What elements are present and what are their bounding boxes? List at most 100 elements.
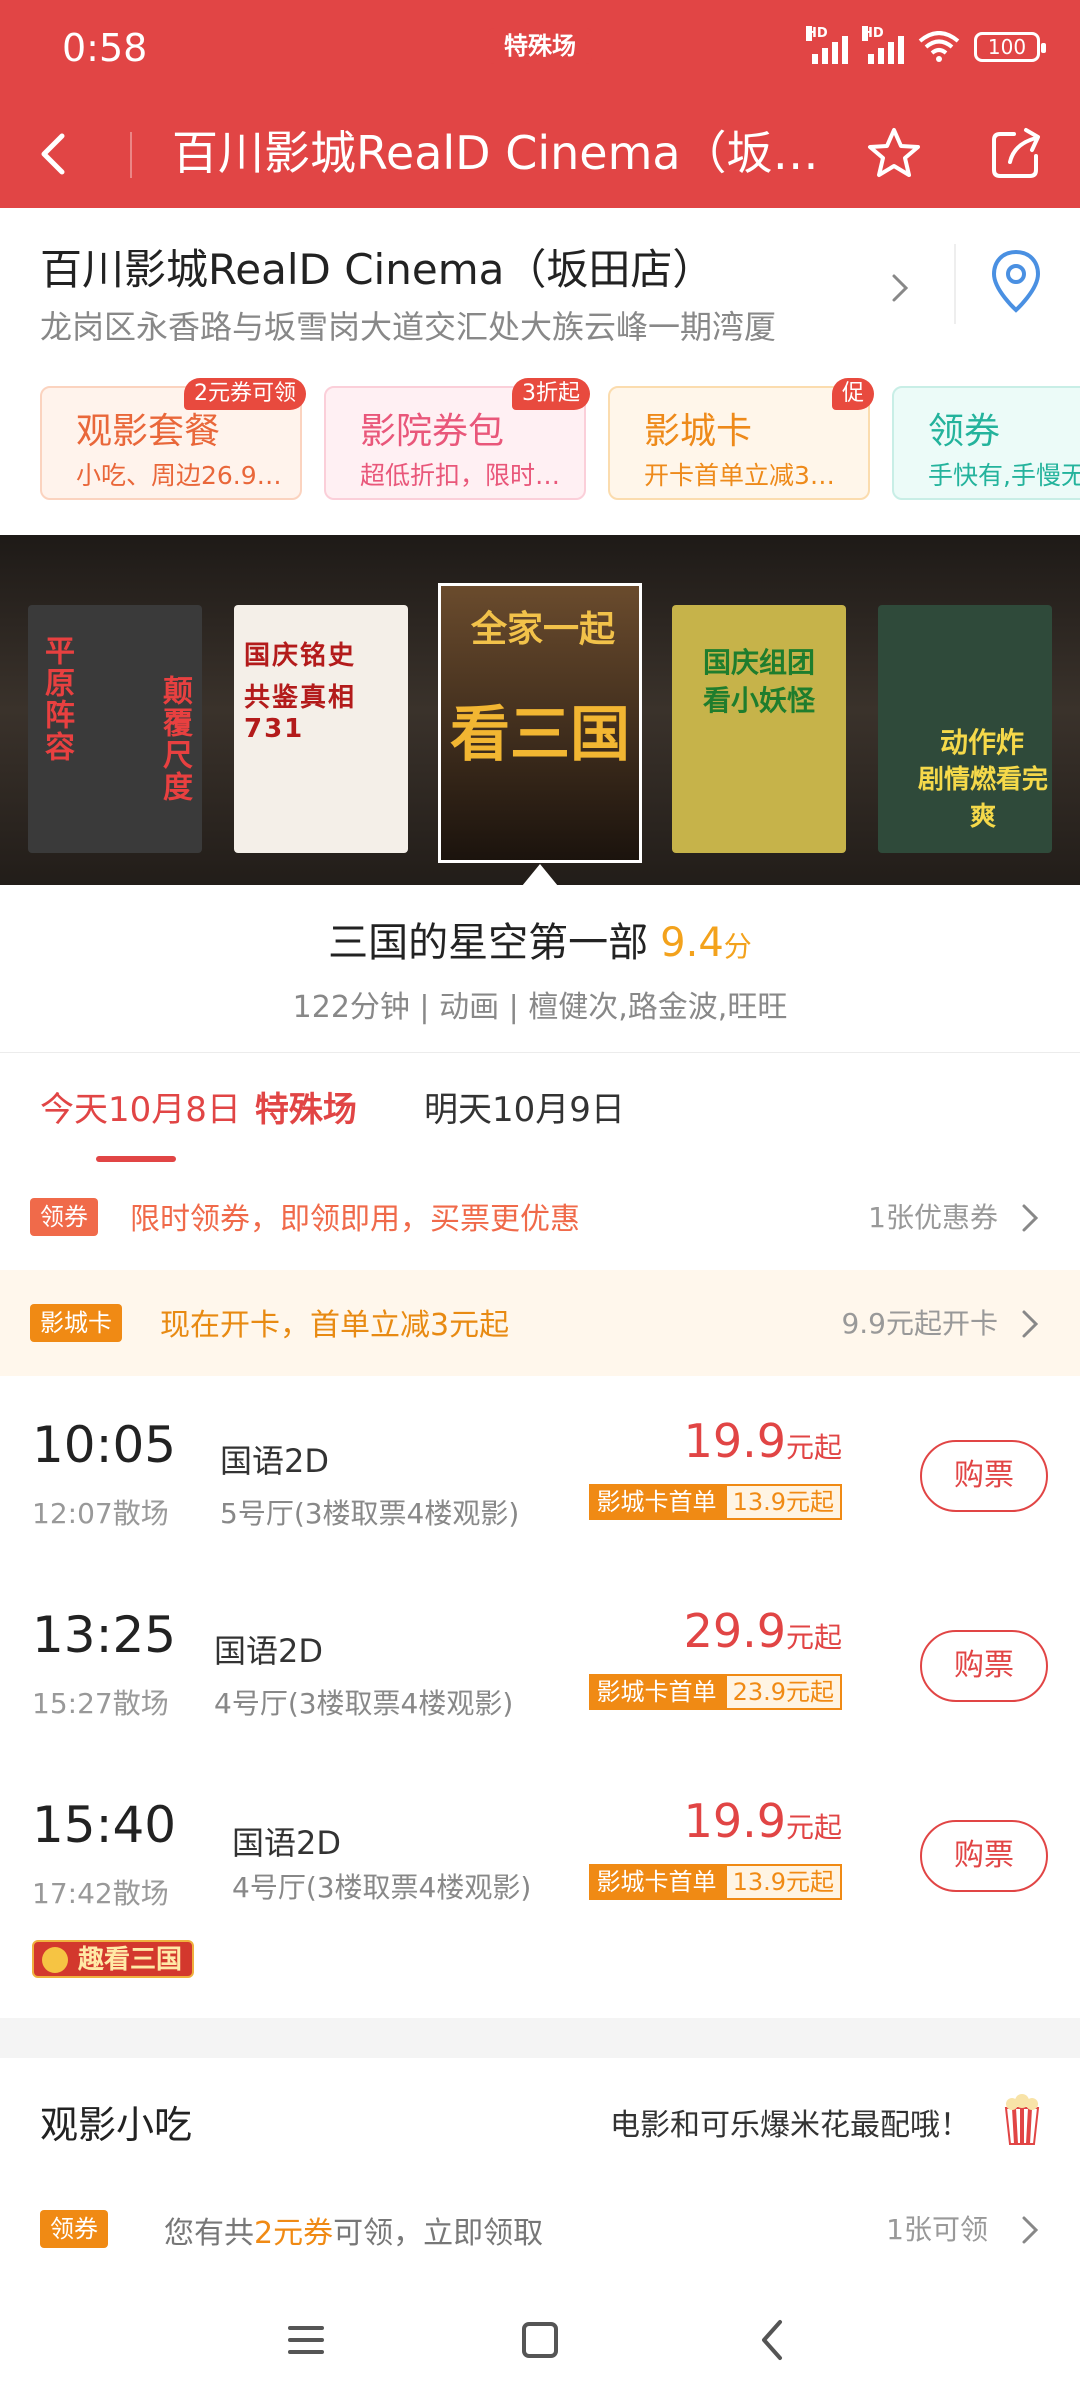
coupon-tag: 领券 — [40, 2210, 108, 2248]
status-time: 0:58 — [62, 26, 148, 70]
title-bar: 百川影城RealD Cinema（坂田店） — [0, 100, 1080, 208]
snack-coupon-text: 您有共2元券可领，立即领取 — [164, 2216, 544, 2251]
wifi-icon — [918, 31, 960, 62]
buy-ticket-button[interactable]: 购票 — [920, 1440, 1048, 1512]
show-price: 29.9元起 — [683, 1604, 842, 1658]
promo-badge: 2元券可领 — [184, 378, 306, 410]
promo-subtitle: 小吃、周边26.9元起 — [76, 461, 286, 490]
tab-today-label: 今天10月8日 — [40, 1090, 241, 1130]
cinema-card-row[interactable]: 影城卡 现在开卡，首单立减3元起 9.9元起开卡 — [0, 1270, 1080, 1376]
promo-card-cinema-card[interactable]: 影城卡 开卡首单立减3元起 促 — [608, 378, 874, 500]
special-tag: 特殊场 — [488, 28, 592, 64]
card-open-price: 9.9元起开卡 — [841, 1307, 998, 1340]
tab-today-special: 特殊场 — [254, 1090, 357, 1130]
poster-text: 国庆铭史 — [244, 641, 357, 671]
snacks-tip: 电影和可乐爆米花最配哦！ — [610, 2108, 970, 2143]
poster-text: 全家一起 — [470, 609, 615, 650]
date-tabs: 今天10月8日 特殊场 明天10月9日 — [0, 1052, 1080, 1164]
cinema-name[interactable]: 百川影城RealD Cinema（坂田店） — [40, 236, 714, 297]
movie-score: 9.4 — [660, 920, 724, 966]
show-card-price: 影城卡首单 13.9元起 — [588, 1484, 842, 1520]
promo-subtitle: 开卡首单立减3元起 — [644, 461, 854, 490]
divider — [954, 244, 956, 324]
snack-coupon-row[interactable]: 领券 您有共2元券可领，立即领取 1张可领 — [0, 2176, 1080, 2280]
movie-score-unit: 分 — [723, 930, 752, 963]
show-hall: 4号厅(3楼取票4楼观影) — [214, 1687, 514, 1720]
system-nav-bar — [0, 2280, 1080, 2400]
chevron-right-icon[interactable] — [880, 258, 920, 318]
promo-subtitle: 超低折扣，限时抢购 — [360, 461, 570, 490]
back-nav-icon[interactable] — [744, 2310, 804, 2370]
show-price: 19.9元起 — [683, 1794, 842, 1848]
movie-title-row: 三国的星空第一部 9.4分 — [0, 910, 1080, 968]
poster-selected[interactable]: 全家一起 看三国 — [438, 583, 642, 863]
snacks-title: 观影小吃 — [40, 2103, 193, 2147]
show-card-price: 影城卡首单 13.9元起 — [588, 1864, 842, 1900]
activity-badge[interactable]: 趣看三国 — [32, 1940, 195, 1978]
poster-text: 看三国 — [450, 700, 630, 770]
poster-text: 共鉴真相731 — [244, 683, 357, 744]
poster-text: 看小妖怪 — [702, 684, 815, 717]
app-screen: 0:58 HD HD 100 百川影城RealD Cinema（坂田店） — [0, 0, 1080, 2400]
showtime-row[interactable]: 15:40 17:42散场 国语2D 4号厅(3楼取票4楼观影) 19.9元起 … — [0, 1756, 1080, 2018]
poster-text: 颠覆尺度 — [157, 675, 192, 803]
section-gap — [0, 2018, 1080, 2058]
showtime-row[interactable]: 10:05 12:07散场 国语2D 5号厅(3楼取票4楼观影) 19.9元起 … — [0, 1376, 1080, 1566]
buy-ticket-button[interactable]: 购票 — [920, 1820, 1048, 1892]
map-pin-icon[interactable] — [986, 244, 1046, 324]
home-icon[interactable] — [510, 2310, 570, 2370]
signal-icon: HD — [806, 26, 848, 64]
poster-text: 剧情燃看完爽 — [918, 765, 1049, 832]
promo-card-coupon-pack[interactable]: 影院券包 超低折扣，限时抢购 3折起 — [324, 378, 590, 500]
star-icon[interactable] — [862, 122, 926, 186]
cinema-address[interactable]: 龙岗区永香路与坂雪岗大道交汇处大族云峰一期湾厦 — [40, 302, 840, 348]
movie-info: 三国的星空第一部 9.4分 122分钟 | 动画 | 檀健次,路金波,旺旺 — [0, 886, 1080, 1052]
promo-title: 影院券包 — [360, 411, 505, 452]
show-end-time: 15:27散场 — [32, 1687, 169, 1720]
show-language: 国语2D — [220, 1442, 330, 1480]
status-icons: HD HD 100 — [806, 26, 1046, 64]
coupon-text: 限时领券，即领即用，买票更优惠 — [130, 1202, 580, 1237]
poster-carousel[interactable]: 平原阵容 颠覆尺度 国庆铭史 共鉴真相731 全家一起 看三国 国庆组团 看小妖… — [0, 535, 1080, 885]
tab-tomorrow[interactable]: 明天10月9日 — [424, 1082, 625, 1131]
movie-meta: 122分钟 | 动画 | 檀健次,路金波,旺旺 — [292, 990, 788, 1025]
show-start-time: 15:40 — [32, 1796, 177, 1854]
buy-ticket-button[interactable]: 购票 — [920, 1630, 1048, 1702]
show-hall: 5号厅(3楼取票4楼观影) — [220, 1497, 520, 1530]
promo-badge: 促 — [831, 378, 874, 410]
share-icon[interactable] — [984, 122, 1048, 186]
card-text: 现在开卡，首单立减3元起 — [160, 1308, 510, 1343]
chevron-right-icon — [1022, 1310, 1039, 1338]
poster-text: 平原阵容 — [39, 635, 74, 763]
tab-underline — [96, 1156, 176, 1162]
tab-today[interactable]: 今天10月8日 特殊场 — [40, 1082, 357, 1131]
poster-4[interactable]: 国庆组团 看小妖怪 — [672, 605, 846, 853]
poster-caret — [522, 864, 558, 886]
promo-card-get-coupon[interactable]: 领券 手快有,手慢无 — [892, 386, 1080, 500]
promo-badge: 3折起 — [512, 378, 590, 410]
show-end-time: 17:42散场 — [32, 1877, 169, 1910]
popcorn-icon — [1004, 2094, 1040, 2145]
poster-text: 动作炸 — [939, 726, 1024, 759]
snacks-section: 观影小吃 电影和可乐爆米花最配哦！ — [0, 2058, 1080, 2176]
poster-2[interactable]: 国庆铭史 共鉴真相731 — [234, 605, 408, 853]
page-title: 百川影城RealD Cinema（坂田店） — [172, 126, 832, 180]
promo-title: 影城卡 — [644, 411, 753, 452]
mascot-icon — [42, 1947, 68, 1973]
coupon-count: 1张优惠券 — [868, 1201, 998, 1234]
back-icon[interactable] — [26, 124, 86, 184]
menu-icon[interactable] — [276, 2310, 336, 2370]
show-start-time: 13:25 — [32, 1606, 177, 1664]
show-price: 19.9元起 — [683, 1414, 842, 1468]
poster-5[interactable]: 动作炸 剧情燃看完爽 — [878, 605, 1052, 853]
promo-card-meal[interactable]: 观影套餐 小吃、周边26.9元起 2元券可领 — [40, 378, 306, 500]
show-card-price: 影城卡首单 23.9元起 — [588, 1674, 842, 1710]
title-divider — [130, 132, 132, 178]
poster-1[interactable]: 平原阵容 颠覆尺度 — [28, 605, 202, 853]
coupon-row[interactable]: 领券 限时领券，即领即用，买票更优惠 1张优惠券 — [0, 1164, 1080, 1270]
movie-title: 三国的星空第一部 — [328, 920, 649, 966]
promo-title: 领券 — [928, 411, 1001, 452]
battery-icon: 100 — [974, 32, 1046, 62]
show-start-time: 10:05 — [32, 1416, 177, 1474]
showtime-row[interactable]: 13:25 15:27散场 国语2D 4号厅(3楼取票4楼观影) 29.9元起 … — [0, 1566, 1080, 1756]
